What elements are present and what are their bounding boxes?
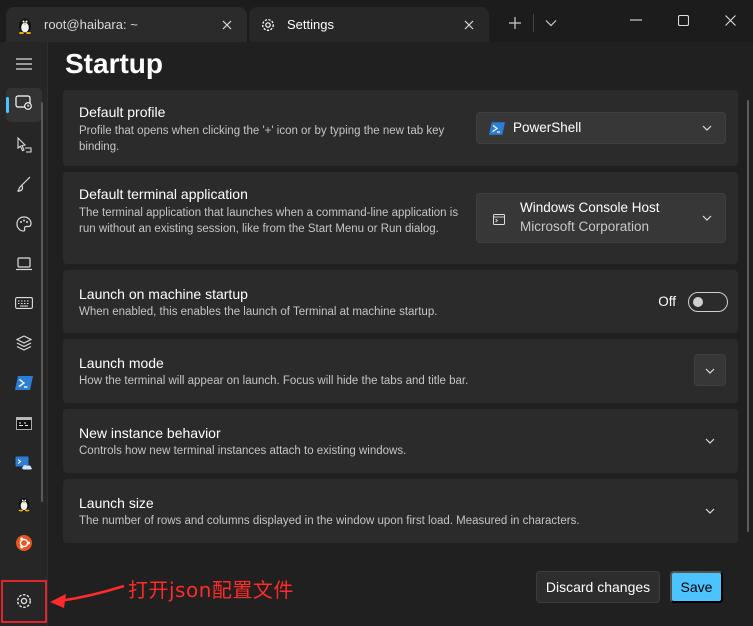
setting-description: How the terminal will appear on launch. … — [79, 375, 469, 387]
profile-defaults-icon[interactable] — [6, 326, 42, 360]
setting-title: Launch mode — [79, 355, 164, 371]
chevron-down-icon — [699, 120, 715, 136]
gear-icon — [259, 16, 277, 34]
setting-description: Profile that opens when clicking the '+'… — [79, 125, 445, 153]
close-window-button[interactable] — [713, 6, 747, 34]
setting-title: Launch size — [79, 495, 154, 511]
setting-title: Default terminal application — [79, 186, 248, 202]
setting-title: Launch on machine startup — [79, 286, 248, 302]
setting-description: The number of rows and columns displayed… — [79, 515, 580, 527]
dropdown-selected-value: Windows Console Host — [520, 200, 660, 215]
chevron-down-icon — [705, 361, 715, 379]
linux-penguin-icon[interactable] — [6, 486, 42, 520]
settings-main: Startup Default profile Profile that ope… — [49, 42, 753, 626]
minimize-button[interactable] — [619, 6, 653, 34]
nav-startup[interactable] — [6, 88, 42, 122]
setting-title: Default profile — [79, 104, 166, 120]
startup-icon — [15, 94, 33, 116]
content-scrollbar[interactable] — [747, 100, 749, 532]
left-navigation — [0, 42, 48, 626]
launch-mode-expand-button[interactable] — [694, 354, 726, 386]
setting-launch-mode[interactable]: Launch mode How the terminal will appear… — [63, 339, 738, 403]
maximize-button[interactable] — [666, 6, 700, 34]
close-icon[interactable] — [213, 11, 241, 39]
tab-dropdown-button[interactable] — [538, 10, 564, 36]
command-prompt-icon[interactable] — [6, 406, 42, 440]
page-title: Startup — [65, 48, 163, 79]
interaction-icon[interactable] — [6, 128, 42, 162]
annotation-highlight-box — [1, 580, 47, 623]
console-host-icon — [491, 211, 507, 227]
setting-description: Controls how new terminal instances atta… — [79, 445, 407, 457]
dropdown-selected-value: PowerShell — [513, 120, 582, 135]
annotation-arrow — [50, 584, 125, 608]
toggle-knob — [693, 297, 703, 307]
annotation-text: 打开json配置文件 — [128, 578, 294, 602]
setting-description: The terminal application that launches w… — [79, 207, 459, 235]
appearance-icon[interactable] — [6, 167, 42, 201]
setting-default-terminal: Default terminal application The termina… — [63, 172, 738, 264]
tab-terminal[interactable]: root@haibara: ~ — [6, 7, 247, 42]
setting-launch-on-startup: Launch on machine startup When enabled, … — [63, 270, 738, 333]
tab-terminal-title: root@haibara: ~ — [44, 17, 138, 32]
title-bar: root@haibara: ~ Settings — [0, 0, 753, 42]
ubuntu-icon[interactable] — [6, 526, 42, 560]
menu-icon[interactable] — [6, 47, 42, 81]
dropdown-selected-publisher: Microsoft Corporation — [520, 219, 650, 234]
chevron-down-icon — [705, 431, 715, 449]
chevron-down-icon — [705, 501, 715, 519]
discard-changes-button[interactable]: Discard changes — [536, 571, 660, 603]
powershell-icon — [489, 120, 505, 136]
launch-on-startup-toggle[interactable] — [688, 292, 728, 312]
nav-scrollbar[interactable] — [41, 102, 43, 502]
setting-new-instance[interactable]: New instance behavior Controls how new t… — [63, 409, 738, 473]
new-tab-button[interactable] — [502, 10, 528, 36]
tab-separator — [533, 14, 534, 32]
launch-size-expand-button[interactable] — [694, 494, 726, 526]
azure-cloud-shell-icon[interactable] — [6, 446, 42, 480]
save-button[interactable]: Save — [670, 571, 723, 603]
linux-penguin-icon — [16, 16, 34, 34]
setting-description: When enabled, this enables the launch of… — [79, 306, 438, 318]
toggle-state-label: Off — [658, 294, 676, 309]
active-indicator — [6, 97, 9, 113]
default-profile-dropdown[interactable]: PowerShell — [476, 112, 726, 144]
color-schemes-icon[interactable] — [6, 207, 42, 241]
setting-launch-size[interactable]: Launch size The number of rows and colum… — [63, 479, 738, 543]
actions-icon[interactable] — [6, 286, 42, 320]
powershell-icon[interactable] — [6, 366, 42, 400]
rendering-icon[interactable] — [6, 247, 42, 281]
default-terminal-dropdown[interactable]: Windows Console Host Microsoft Corporati… — [476, 193, 726, 243]
chevron-down-icon — [699, 210, 715, 226]
close-icon[interactable] — [455, 11, 483, 39]
new-instance-expand-button[interactable] — [694, 424, 726, 456]
tab-settings[interactable]: Settings — [249, 7, 489, 42]
setting-default-profile: Default profile Profile that opens when … — [63, 90, 738, 166]
setting-title: New instance behavior — [79, 425, 221, 441]
tab-settings-title: Settings — [287, 17, 334, 32]
